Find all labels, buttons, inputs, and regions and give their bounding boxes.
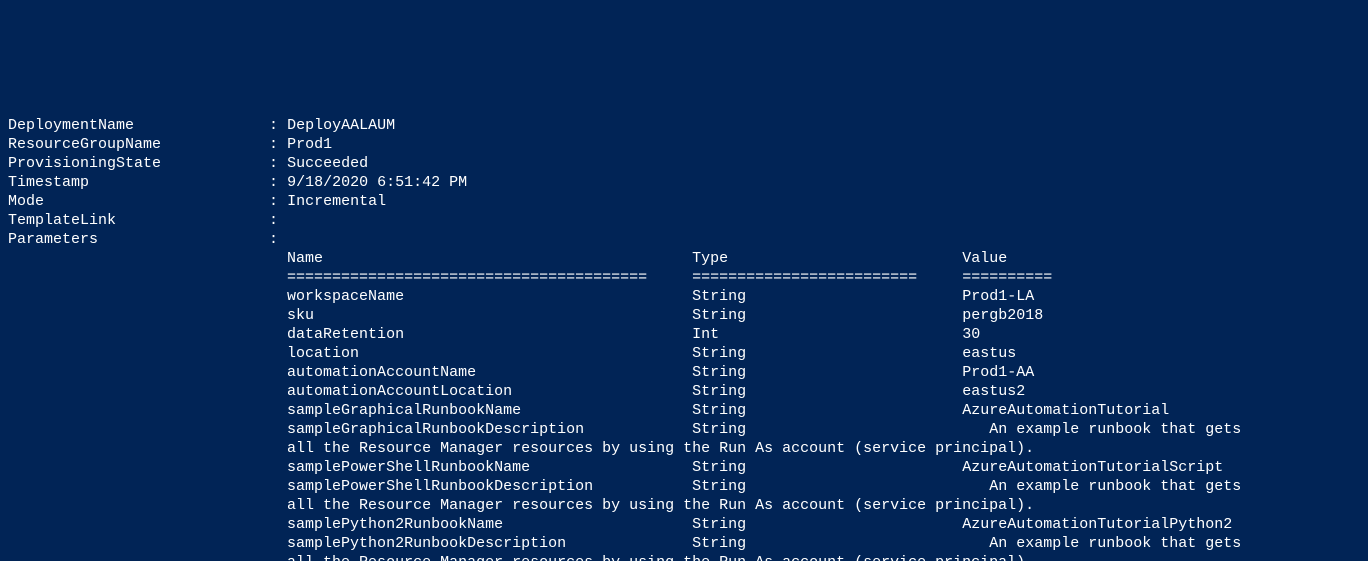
prop-label: Parameters	[8, 231, 269, 248]
param-name: sampleGraphicalRunbookName	[287, 402, 683, 419]
prop-row: Mode : Incremental	[8, 193, 386, 210]
param-sep-row: ========================================…	[8, 269, 1052, 286]
param-type: String	[692, 307, 953, 324]
header-name: Name	[287, 250, 683, 267]
terminal-output[interactable]: DeploymentName : DeployAALAUM ResourceGr…	[0, 95, 1368, 561]
prop-value: Succeeded	[287, 155, 368, 172]
prop-value: Incremental	[287, 193, 386, 210]
param-value: eastus2	[962, 383, 1025, 400]
param-row: samplePowerShellRunbookDescription Strin…	[8, 478, 1241, 495]
param-name: sku	[287, 307, 683, 324]
param-row: location String eastus	[8, 345, 1016, 362]
param-row: automationAccountLocation String eastus2	[8, 383, 1025, 400]
prop-label: ProvisioningState	[8, 155, 269, 172]
param-value: An example runbook that gets	[962, 478, 1241, 495]
param-value: AzureAutomationTutorial	[962, 402, 1169, 419]
prop-row: ResourceGroupName : Prod1	[8, 136, 332, 153]
param-wrap: all the Resource Manager resources by us…	[8, 497, 1034, 514]
param-name: automationAccountName	[287, 364, 683, 381]
param-wrap-text: all the Resource Manager resources by us…	[287, 554, 1034, 561]
param-value: AzureAutomationTutorialPython2	[962, 516, 1232, 533]
param-value: AzureAutomationTutorialScript	[962, 459, 1223, 476]
prop-label: DeploymentName	[8, 117, 269, 134]
param-value: An example runbook that gets	[962, 535, 1241, 552]
param-type: String	[692, 383, 953, 400]
param-name: samplePowerShellRunbookName	[287, 459, 683, 476]
param-name: workspaceName	[287, 288, 683, 305]
sep-value: ==========	[962, 269, 1052, 286]
prop-value: 9/18/2020 6:51:42 PM	[287, 174, 467, 191]
param-row: sampleGraphicalRunbookName String AzureA…	[8, 402, 1169, 419]
param-row: samplePython2RunbookDescription String A…	[8, 535, 1241, 552]
param-name: samplePython2RunbookDescription	[287, 535, 683, 552]
param-value: 30	[962, 326, 980, 343]
param-type: String	[692, 288, 953, 305]
param-value: pergb2018	[962, 307, 1043, 324]
prop-label: Mode	[8, 193, 269, 210]
param-row: automationAccountName String Prod1-AA	[8, 364, 1034, 381]
param-row: dataRetention Int 30	[8, 326, 980, 343]
param-value: eastus	[962, 345, 1016, 362]
param-row: sampleGraphicalRunbookDescription String…	[8, 421, 1241, 438]
param-header-row: Name Type Value	[8, 250, 1007, 267]
param-type: Int	[692, 326, 953, 343]
param-row: samplePowerShellRunbookName String Azure…	[8, 459, 1223, 476]
param-value: Prod1-LA	[962, 288, 1034, 305]
param-name: automationAccountLocation	[287, 383, 683, 400]
param-type: String	[692, 459, 953, 476]
prop-row: Parameters :	[8, 231, 278, 248]
prop-row: TemplateLink :	[8, 212, 278, 229]
param-name: dataRetention	[287, 326, 683, 343]
param-type: String	[692, 364, 953, 381]
prop-row: ProvisioningState : Succeeded	[8, 155, 368, 172]
prop-row: DeploymentName : DeployAALAUM	[8, 117, 395, 134]
param-value: Prod1-AA	[962, 364, 1034, 381]
param-name: location	[287, 345, 683, 362]
param-type: String	[692, 402, 953, 419]
param-name: sampleGraphicalRunbookDescription	[287, 421, 683, 438]
prop-row: Timestamp : 9/18/2020 6:51:42 PM	[8, 174, 467, 191]
param-type: String	[692, 516, 953, 533]
prop-label: ResourceGroupName	[8, 136, 269, 153]
param-name: samplePowerShellRunbookDescription	[287, 478, 683, 495]
param-wrap: all the Resource Manager resources by us…	[8, 440, 1034, 457]
param-wrap-text: all the Resource Manager resources by us…	[287, 497, 1034, 514]
param-row: samplePython2RunbookName String AzureAut…	[8, 516, 1232, 533]
param-type: String	[692, 535, 953, 552]
param-row: workspaceName String Prod1-LA	[8, 288, 1034, 305]
sep-type: =========================	[692, 269, 953, 286]
header-value: Value	[962, 250, 1007, 267]
param-value: An example runbook that gets	[962, 421, 1241, 438]
param-type: String	[692, 478, 953, 495]
param-name: samplePython2RunbookName	[287, 516, 683, 533]
param-wrap-text: all the Resource Manager resources by us…	[287, 440, 1034, 457]
param-wrap: all the Resource Manager resources by us…	[8, 554, 1034, 561]
param-type: String	[692, 421, 953, 438]
header-type: Type	[692, 250, 953, 267]
prop-label: Timestamp	[8, 174, 269, 191]
prop-value: Prod1	[287, 136, 332, 153]
param-type: String	[692, 345, 953, 362]
prop-label: TemplateLink	[8, 212, 269, 229]
sep-name: ========================================	[287, 269, 683, 286]
prop-value: DeployAALAUM	[287, 117, 395, 134]
param-row: sku String pergb2018	[8, 307, 1043, 324]
